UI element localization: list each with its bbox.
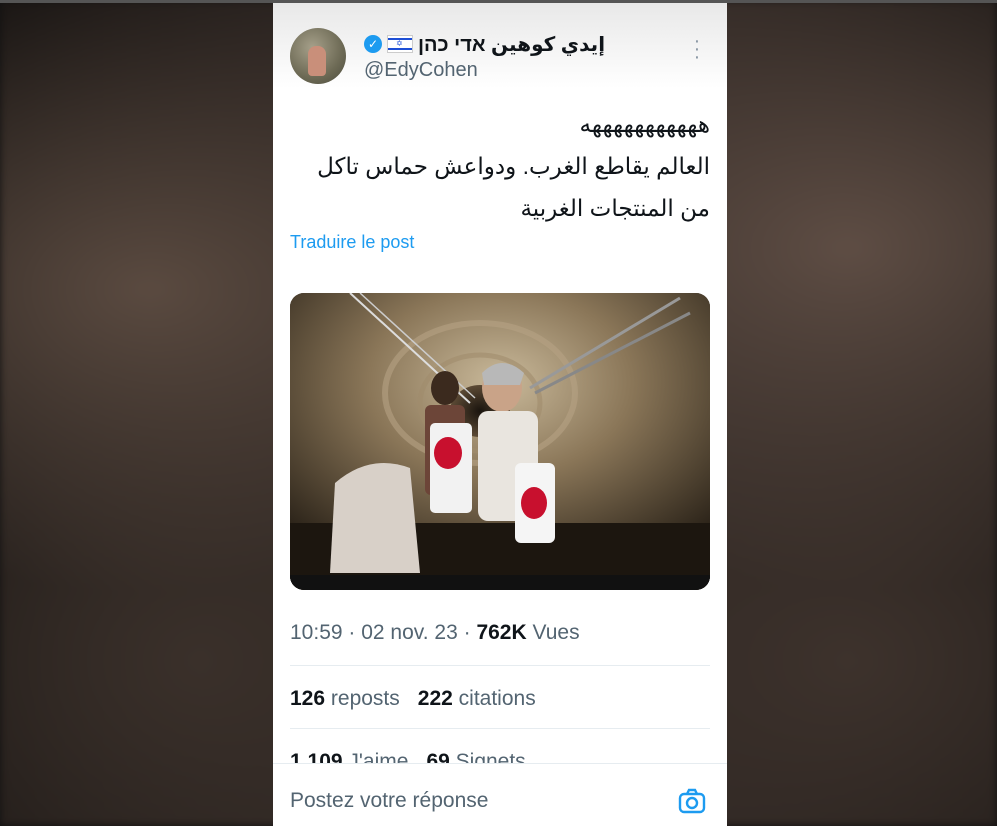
author-handle[interactable]: @EdyCohen	[364, 59, 478, 82]
reposts-count: 126	[290, 687, 326, 710]
author-name-row[interactable]: ✓ ✡ إيدي كوهين אדי כהן	[364, 30, 605, 58]
tweet-time: 10:59	[290, 621, 343, 644]
tweet-text-line: العالم يقاطع الغرب. ودواعش حماس تاكل	[317, 153, 710, 179]
quotes-count: 222	[417, 687, 453, 710]
engagement-stats-row-1: 126 reposts 222 citations	[290, 687, 536, 711]
tunnel-photo-image	[290, 293, 710, 590]
camera-icon[interactable]	[678, 787, 706, 815]
translate-link[interactable]: Traduire le post	[290, 232, 414, 253]
israel-flag-icon: ✡	[387, 35, 413, 53]
reply-input[interactable]: Postez votre réponse	[290, 789, 488, 813]
quotes-link[interactable]: 222 citations	[418, 687, 536, 711]
author-display-name: إيدي كوهين אדי כהן	[418, 33, 606, 56]
reposts-label: reposts	[330, 687, 400, 710]
tweet-photo[interactable]	[290, 293, 710, 590]
views-count: 762K	[476, 621, 527, 644]
divider	[290, 665, 710, 666]
views-label: Vues	[532, 621, 580, 644]
tweet-text-line: من المنتجات الغربية	[520, 195, 710, 221]
tweet-meta: 10:59 · 02 nov. 23 · 762K Vues	[290, 621, 580, 644]
tweet-text-line: هههههههههههه	[579, 111, 710, 137]
tweet-text: هههههههههههه العالم يقاطع الغرب. ودواعش …	[291, 103, 710, 229]
more-options-icon[interactable]: · · ·	[691, 31, 703, 67]
reposts-link[interactable]: 126 reposts	[290, 687, 400, 711]
divider	[290, 728, 710, 729]
quotes-label: citations	[458, 687, 536, 710]
tweet-screen: ✓ ✡ إيدي كوهين אדי כהן @EdyCohen · · · ههه…	[273, 3, 727, 826]
verified-badge-icon: ✓	[364, 35, 382, 53]
reply-composer: Postez votre réponse	[273, 763, 727, 826]
avatar[interactable]	[290, 28, 346, 84]
tweet-date[interactable]: 02 nov. 23	[361, 621, 458, 644]
